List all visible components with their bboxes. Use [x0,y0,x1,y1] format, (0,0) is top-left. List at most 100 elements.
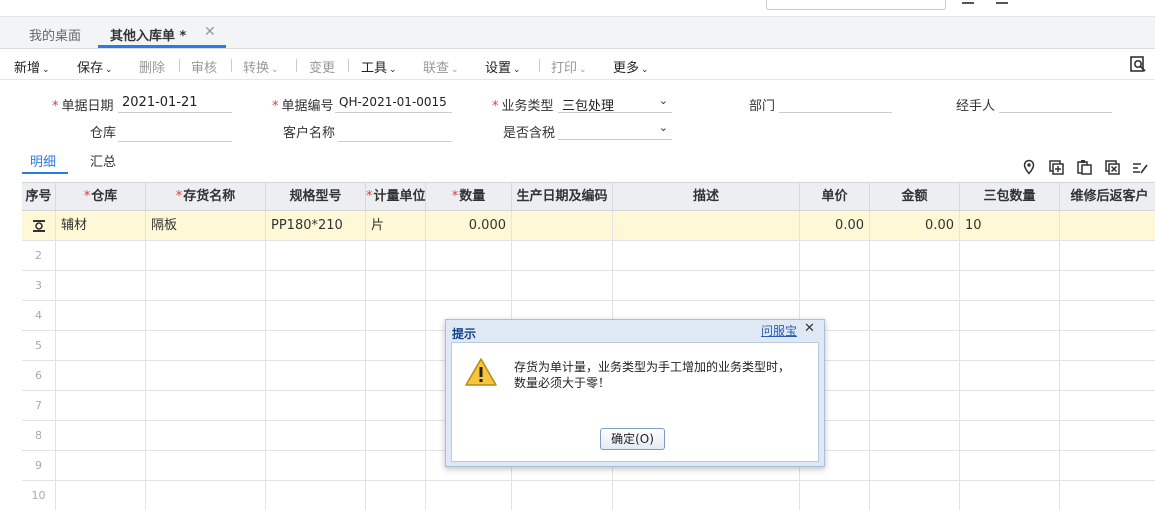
col-header-price[interactable]: 单价 [800,183,870,211]
cell-qty[interactable] [426,271,512,300]
cell-unit[interactable] [366,421,426,450]
cell-spec[interactable] [266,391,366,420]
cell-production[interactable] [512,211,613,240]
cell-production[interactable] [512,271,613,300]
cell-description[interactable] [613,481,800,510]
cell-warranty-qty[interactable] [960,241,1060,270]
tab-detail[interactable]: 明细 [30,151,56,170]
cell-unit[interactable] [366,481,426,510]
delete-row-icon[interactable] [1104,159,1120,175]
batch-edit-icon[interactable] [1132,159,1148,175]
cell-warehouse[interactable] [56,301,146,330]
cell-spec[interactable] [266,301,366,330]
cell-price[interactable] [800,241,870,270]
cell-warranty-qty[interactable] [960,451,1060,480]
convert-button[interactable]: 转换 ⌄ [243,57,279,76]
table-row[interactable]: 3 [22,271,1155,301]
cell-item-name[interactable] [146,421,266,450]
warehouse-field[interactable] [118,122,232,142]
cell-spec[interactable] [266,451,366,480]
customer-field[interactable] [338,122,452,142]
print-preview-icon[interactable] [1129,55,1147,73]
cell-item-name[interactable] [146,271,266,300]
cell-warehouse[interactable] [56,241,146,270]
cell-warehouse[interactable] [56,451,146,480]
cell-unit[interactable] [366,301,426,330]
tools-button[interactable]: 工具 ⌄ [361,57,397,76]
cell-spec[interactable] [266,361,366,390]
cell-amount[interactable] [870,421,960,450]
cell-warehouse[interactable] [56,391,146,420]
cell-description[interactable] [613,271,800,300]
cell-warehouse[interactable] [56,271,146,300]
change-button[interactable]: 变更 [309,57,335,76]
cell-warranty-qty[interactable] [960,481,1060,510]
cell-spec[interactable] [266,241,366,270]
cell-amount[interactable] [870,271,960,300]
col-header-amount[interactable]: 金额 [870,183,960,211]
cell-warranty-qty[interactable] [960,421,1060,450]
cell-amount[interactable] [870,301,960,330]
toolbar-icon[interactable] [962,0,974,4]
cell-unit[interactable] [366,361,426,390]
cell-description[interactable] [613,211,800,240]
cell-spec[interactable] [266,271,366,300]
cell-unit[interactable] [366,271,426,300]
col-header-description[interactable]: 描述 [613,183,800,211]
cell-warehouse[interactable] [56,331,146,360]
col-header-return-customer[interactable]: 维修后返客户 [1060,183,1155,211]
cell-return-customer[interactable] [1060,421,1155,450]
col-header-production[interactable]: 生产日期及编码 [512,183,613,211]
biz-type-select[interactable]: 三包处理 ⌄ [558,93,672,114]
cell-warehouse[interactable] [56,361,146,390]
tax-select[interactable]: ⌄ [558,120,672,140]
cell-item-name[interactable]: 隔板 [146,211,266,240]
cell-item-name[interactable] [146,241,266,270]
cell-warranty-qty[interactable] [960,331,1060,360]
cell-qty[interactable]: 0.000 [426,211,512,240]
col-header-item-name[interactable]: *存货名称 [146,183,266,211]
cell-spec[interactable] [266,421,366,450]
table-row[interactable]: 2 [22,241,1155,271]
cell-warranty-qty[interactable] [960,271,1060,300]
cell-return-customer[interactable] [1060,451,1155,480]
cell-production[interactable] [512,241,613,270]
tab-other-inbound[interactable]: 其他入库单 * [110,25,186,44]
cell-production[interactable] [512,481,613,510]
col-header-qty[interactable]: *数量 [426,183,512,211]
cell-warehouse[interactable]: 辅材 [56,211,146,240]
cell-warranty-qty[interactable] [960,301,1060,330]
cell-return-customer[interactable] [1060,481,1155,510]
cell-item-name[interactable] [146,301,266,330]
cell-unit[interactable]: 片 [366,211,426,240]
cell-amount[interactable] [870,361,960,390]
cell-item-name[interactable] [146,391,266,420]
col-header-index[interactable]: 序号 [22,183,56,211]
help-link[interactable]: 问服宝 [761,322,797,339]
ok-button[interactable]: 确定(O) [600,428,665,450]
cell-item-name[interactable] [146,451,266,480]
cell-return-customer[interactable] [1060,331,1155,360]
cell-unit[interactable] [366,241,426,270]
cell-qty[interactable] [426,481,512,510]
close-icon[interactable]: ✕ [804,321,815,336]
tab-summary[interactable]: 汇总 [90,151,116,170]
cell-warranty-qty[interactable]: 10 [960,211,1060,240]
cell-unit[interactable] [366,331,426,360]
table-row[interactable]: 辅材 隔板 PP180*210 片 0.000 0.00 0.00 10 [22,211,1155,241]
col-header-warranty-qty[interactable]: 三包数量 [960,183,1060,211]
cell-unit[interactable] [366,451,426,480]
cell-return-customer[interactable] [1060,241,1155,270]
close-icon[interactable]: ✕ [204,24,216,40]
cell-return-customer[interactable] [1060,271,1155,300]
cell-return-customer[interactable] [1060,301,1155,330]
cell-qty[interactable] [426,241,512,270]
add-row-icon[interactable] [1048,159,1064,175]
cell-amount[interactable] [870,481,960,510]
print-button[interactable]: 打印 ⌄ [551,57,587,76]
row-locate-icon[interactable] [32,219,46,233]
cell-warehouse[interactable] [56,481,146,510]
cell-amount[interactable]: 0.00 [870,211,960,240]
save-button[interactable]: 保存 ⌄ [77,57,113,76]
link-query-button[interactable]: 联查 ⌄ [423,57,459,76]
